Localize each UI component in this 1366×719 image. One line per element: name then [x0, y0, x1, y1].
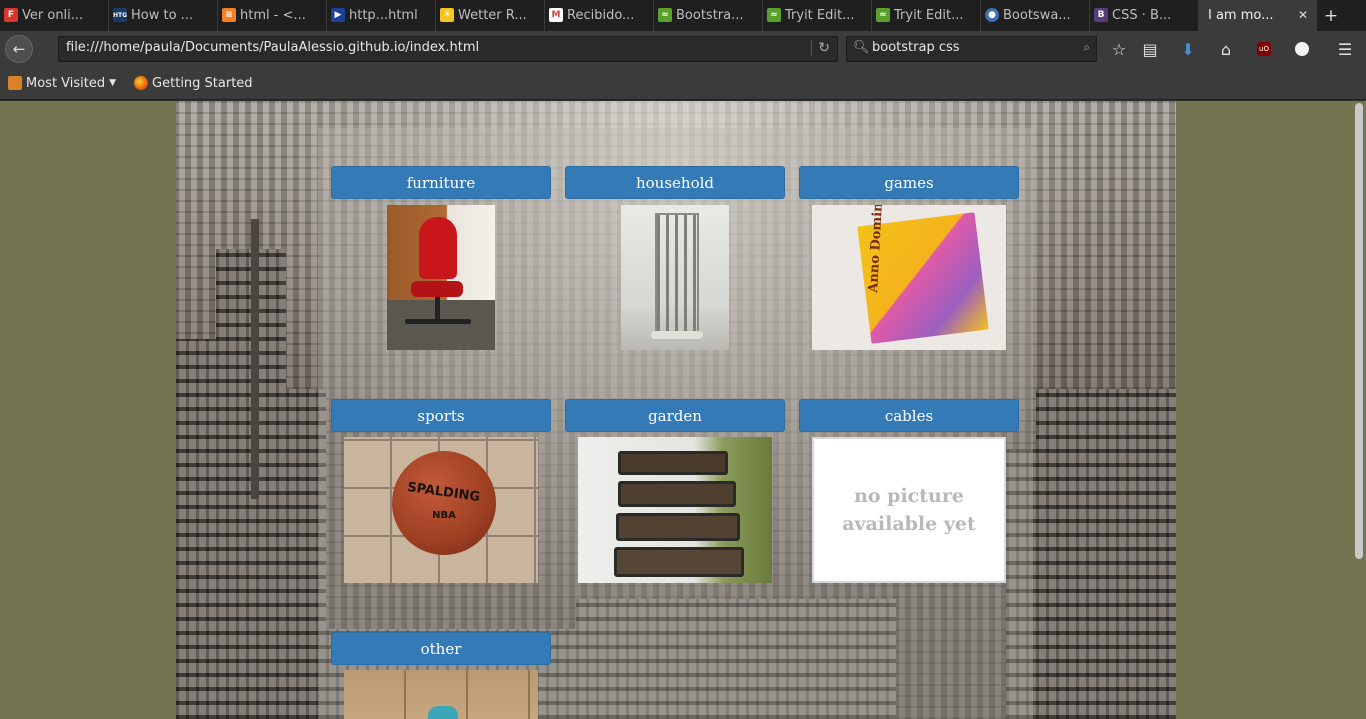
tab-2[interactable]: HTG How to ...: [109, 0, 218, 31]
tab-strip: F Ver onli... HTG How to ... ≡ html - <... …: [0, 0, 1366, 31]
folder-icon: [8, 76, 22, 90]
page-viewport: furniture household games Anno Domini sp…: [0, 101, 1366, 719]
back-button[interactable]: ←: [5, 35, 33, 63]
planter-shape: [614, 547, 744, 577]
background-building: [176, 499, 326, 719]
category-games-button[interactable]: games: [799, 166, 1019, 199]
tab-8[interactable]: ≈ Tryit Edit...: [763, 0, 872, 31]
tab-favicon-icon: F: [4, 8, 18, 22]
close-tab-icon[interactable]: ✕: [1298, 8, 1308, 22]
rack-shape: [655, 213, 699, 333]
bookmarks-bar: Most Visited ▼ Getting Started: [0, 67, 1366, 100]
city-background: furniture household games Anno Domini sp…: [176, 101, 1176, 719]
tab-6[interactable]: M Recibido...: [545, 0, 654, 31]
planter-shape: [618, 481, 736, 507]
chair-stem-shape: [435, 297, 440, 319]
firefox-icon: [134, 76, 149, 90]
chair-base-shape: [405, 319, 471, 324]
extension-circle-icon[interactable]: [1290, 37, 1314, 61]
category-panel: furniture household games Anno Domini sp…: [318, 128, 1033, 719]
search-icon: 🔍︎: [853, 40, 870, 55]
tab-favicon-icon: B: [1094, 8, 1108, 22]
chair-back-shape: [419, 217, 457, 279]
scrollbar[interactable]: [1352, 101, 1366, 719]
tab-7[interactable]: ≈ Bootstra...: [654, 0, 763, 31]
planter-shape: [616, 513, 740, 541]
garden-photo[interactable]: [578, 437, 772, 583]
category-other-button[interactable]: other: [331, 632, 551, 665]
reading-list-icon[interactable]: ▤: [1138, 37, 1162, 61]
new-tab-button[interactable]: +: [1317, 0, 1345, 31]
ball-league-text: NBA: [432, 510, 456, 521]
tab-10[interactable]: ● Bootswa...: [981, 0, 1090, 31]
game-box-shape: Anno Domini: [857, 205, 989, 344]
bookmark-star-icon[interactable]: ☆: [1107, 37, 1131, 61]
furniture-photo[interactable]: [387, 205, 495, 350]
search-input: bootstrap css: [872, 40, 960, 55]
tab-favicon-icon: M: [549, 8, 563, 22]
bookmark-getting-started[interactable]: Getting Started: [134, 76, 253, 91]
tab-favicon-icon: HTG: [113, 8, 127, 22]
blue-object-shape: [428, 706, 458, 719]
game-box-title: Anno Domini: [866, 205, 887, 294]
tab-favicon-icon: ☀: [440, 8, 454, 22]
rack-wheels-shape: [651, 331, 703, 339]
tab-3[interactable]: ≡ html - <...: [218, 0, 327, 31]
chevron-down-icon: ▼: [109, 78, 117, 88]
category-garden-button[interactable]: garden: [565, 399, 785, 432]
url-bar[interactable]: file:///home/paula/Documents/PaulaAlessi…: [58, 36, 838, 62]
tab-active[interactable]: I am mo... ✕: [1199, 0, 1317, 31]
household-photo[interactable]: [621, 205, 729, 350]
tab-5[interactable]: ☀ Wetter R...: [436, 0, 545, 31]
tab-favicon-icon: ●: [985, 8, 999, 22]
home-icon[interactable]: ⌂: [1214, 37, 1238, 61]
tab-favicon-icon: ≈: [767, 8, 781, 22]
placeholder-line-2: available yet: [842, 513, 976, 535]
ball-brand-text: SPALDING: [406, 479, 482, 506]
downloads-icon[interactable]: ⬇: [1176, 37, 1200, 61]
search-go-icon[interactable]: ⌕: [1083, 40, 1090, 55]
tab-9[interactable]: ≈ Tryit Edit...: [872, 0, 981, 31]
basketball-shape: SPALDING NBA: [392, 451, 496, 555]
ublock-icon[interactable]: uO: [1252, 37, 1276, 61]
tab-favicon-icon: ≡: [222, 8, 236, 22]
bookmark-most-visited[interactable]: Most Visited ▼: [8, 76, 116, 91]
category-furniture-button[interactable]: furniture: [331, 166, 551, 199]
tab-favicon-icon: ≈: [658, 8, 672, 22]
reload-icon[interactable]: ↻: [811, 40, 830, 56]
placeholder-line-1: no picture: [854, 485, 964, 507]
floor-shape: [387, 300, 495, 350]
tab-11[interactable]: B CSS · B...: [1090, 0, 1199, 31]
scrollbar-thumb[interactable]: [1355, 103, 1363, 559]
cables-placeholder[interactable]: no picture available yet: [812, 437, 1006, 583]
category-household-button[interactable]: household: [565, 166, 785, 199]
planter-shape: [618, 451, 728, 475]
category-cables-button[interactable]: cables: [799, 399, 1019, 432]
url-text: file:///home/paula/Documents/PaulaAlessi…: [66, 40, 480, 55]
menu-icon[interactable]: ☰: [1333, 37, 1357, 61]
back-arrow-icon: ←: [12, 40, 26, 58]
other-photo[interactable]: [344, 670, 538, 719]
chair-seat-shape: [411, 281, 463, 297]
tab-4[interactable]: ▶ http...html: [327, 0, 436, 31]
category-sports-button[interactable]: sports: [331, 399, 551, 432]
tab-1[interactable]: F Ver onli...: [0, 0, 109, 31]
games-photo[interactable]: Anno Domini: [812, 205, 1006, 350]
tab-favicon-icon: ▶: [331, 8, 345, 22]
tab-favicon-icon: ≈: [876, 8, 890, 22]
navigation-bar: ← file:///home/paula/Documents/PaulaAles…: [0, 31, 1366, 67]
search-bar[interactable]: 🔍︎ bootstrap css ⌕: [846, 36, 1097, 62]
sports-photo[interactable]: SPALDING NBA: [344, 437, 538, 583]
